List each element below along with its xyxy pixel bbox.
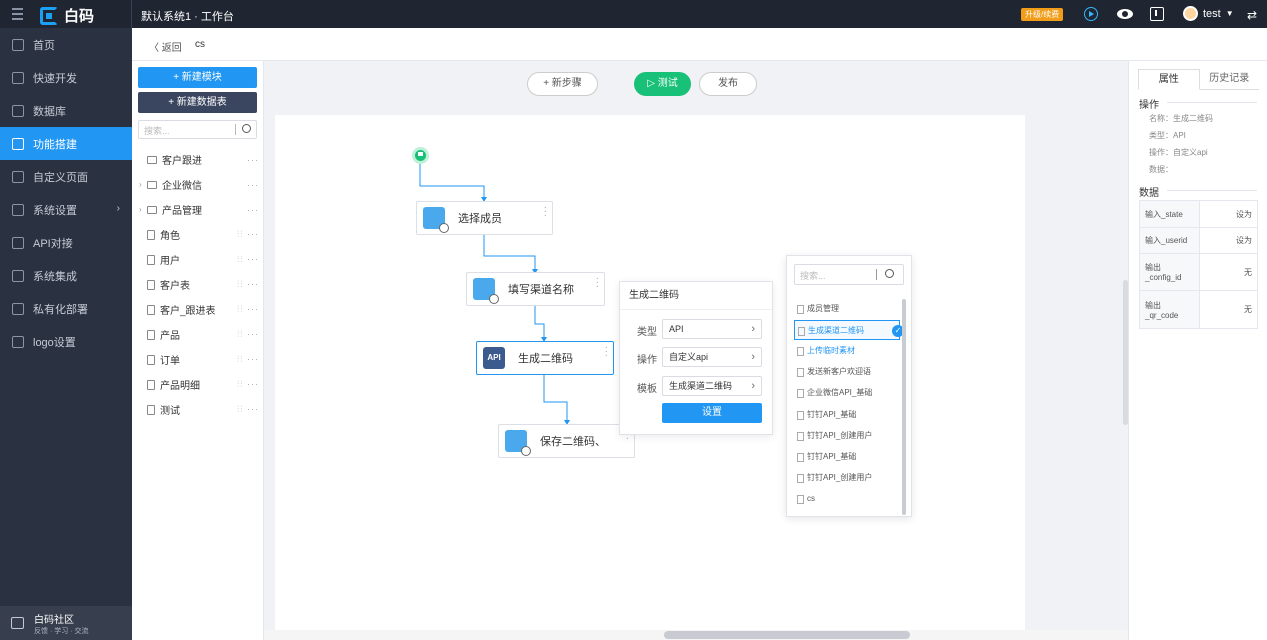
horizontal-scrollbar[interactable] (264, 630, 1128, 640)
prop-type: 类型：API (1149, 131, 1186, 140)
table-row[interactable]: 输入_state 设为 (1140, 201, 1257, 228)
operation-value: 自定义api (669, 352, 709, 362)
cube-icon (473, 278, 499, 304)
dropdown-option[interactable]: 钉钉API_基础 (794, 447, 900, 467)
cursor-badge-icon (439, 223, 449, 233)
row-value: 无 (1244, 305, 1252, 314)
row-key: 输出 _qr_code (1140, 291, 1200, 328)
prop-name: 名称：生成二维码 (1149, 114, 1213, 123)
type-row: 类型 API › (620, 319, 774, 339)
more-icon[interactable]: ··· (596, 274, 599, 292)
operation-label: 操作 (637, 355, 657, 366)
io-table: 输入_state 设为 输入_userid 设为 输出 _config_id 无 输出… (1139, 200, 1258, 329)
divider (876, 269, 877, 280)
dropdown-option[interactable]: cs (794, 489, 900, 509)
template-row: 模板 生成渠道二维码 › (620, 376, 774, 396)
dropdown-option[interactable]: 企业微信API_基础 (794, 383, 900, 403)
flow-node[interactable]: 选择成员 · · · (416, 201, 553, 235)
prop-data: 数据： (1149, 165, 1173, 174)
cursor-badge-icon (521, 446, 531, 456)
prop-operation: 操作：自定义api (1149, 148, 1208, 157)
template-label: 模板 (637, 384, 657, 395)
table-row[interactable]: 输出 _qr_code 无 (1140, 291, 1257, 328)
type-value: API (669, 324, 684, 334)
popover-title: 生成二维码 (620, 282, 772, 310)
scroll-thumb[interactable] (664, 631, 910, 639)
cube-icon (505, 430, 531, 456)
flow-node-label: 保存二维码、 (540, 436, 606, 448)
dropdown-option[interactable]: 钉钉API_创建用户 (794, 426, 900, 446)
more-icon[interactable]: ··· (544, 203, 547, 221)
table-row[interactable]: 输出 _config_id 无 (1140, 254, 1257, 291)
template-select[interactable]: 生成渠道二维码 › (662, 376, 762, 396)
row-key: 输出 _config_id (1140, 254, 1200, 290)
section-operation: 操作 (1139, 96, 1257, 111)
operation-row: 操作 自定义api › (620, 347, 774, 367)
dropdown-option[interactable]: 钉钉API_创建用户 (794, 468, 900, 488)
start-flag-icon[interactable] (412, 147, 429, 164)
tab-properties[interactable]: 属性 (1138, 69, 1200, 90)
flow-node[interactable]: 保存二维码、 ··· (498, 424, 635, 458)
dropdown-scrollbar[interactable] (902, 299, 906, 515)
search-icon[interactable] (885, 269, 894, 278)
template-value: 生成渠道二维码 (669, 381, 733, 391)
dropdown-option[interactable]: 发送新客户欢迎语 (794, 362, 900, 382)
dropdown-option[interactable]: 成员管理 (794, 299, 900, 319)
chevron-right-icon: › (751, 323, 755, 335)
section-data: 数据 (1139, 184, 1257, 199)
table-row[interactable]: 输入_userid 设为 (1140, 228, 1257, 254)
tab-history[interactable]: 历史记录 (1199, 69, 1259, 90)
chevron-right-icon: › (751, 380, 755, 392)
api-icon: API (483, 347, 505, 369)
option-label: 生成渠道二维码 (808, 326, 864, 335)
type-select[interactable]: API › (662, 319, 762, 339)
flow-node-label: 生成二维码 (518, 353, 573, 365)
properties-tabs: 属性 历史记录 (1138, 69, 1259, 90)
cursor-badge-icon (489, 294, 499, 304)
chevron-right-icon: › (751, 351, 755, 363)
more-icon[interactable]: ··· (605, 343, 608, 361)
search-placeholder: 搜索... (800, 271, 826, 281)
row-value[interactable]: 设为 (1200, 201, 1257, 227)
dropdown-search-input[interactable]: 搜索... (794, 264, 904, 285)
flow-node-label: 选择成员 (458, 213, 502, 225)
row-value[interactable]: 设为 (1200, 228, 1257, 253)
dropdown-option[interactable]: 钉钉API_基础 (794, 405, 900, 425)
flow-node[interactable]: 填写渠道名称 · · · (466, 272, 605, 306)
row-key: 输入_state (1140, 201, 1200, 227)
row-key: 输入_userid (1140, 228, 1200, 253)
type-label: 类型 (637, 327, 657, 338)
template-dropdown: 搜索... 成员管理 生成渠道二维码 ✓ 上传临时素材 发送新客户欢迎语 企业微信… (786, 255, 912, 517)
properties-panel: 属性 历史记录 操作 名称：生成二维码 类型：API 操作：自定义api 数据：… (1128, 61, 1267, 640)
flow-node[interactable]: API 生成二维码 · · · (476, 341, 614, 375)
flow-node-label: 填写渠道名称 (508, 284, 574, 296)
dropdown-option-selected[interactable]: 生成渠道二维码 ✓ (794, 320, 904, 340)
row-value: 无 (1244, 267, 1252, 277)
cube-icon (423, 207, 449, 233)
operation-select[interactable]: 自定义api › (662, 347, 762, 367)
set-button[interactable]: 设置 (662, 403, 762, 423)
node-config-popover: 生成二维码 类型 API › 操作 自定义api › 模板 生成渠道二维码 › 设置 (619, 281, 773, 435)
dropdown-option[interactable]: 上传临时素材 (794, 341, 900, 361)
